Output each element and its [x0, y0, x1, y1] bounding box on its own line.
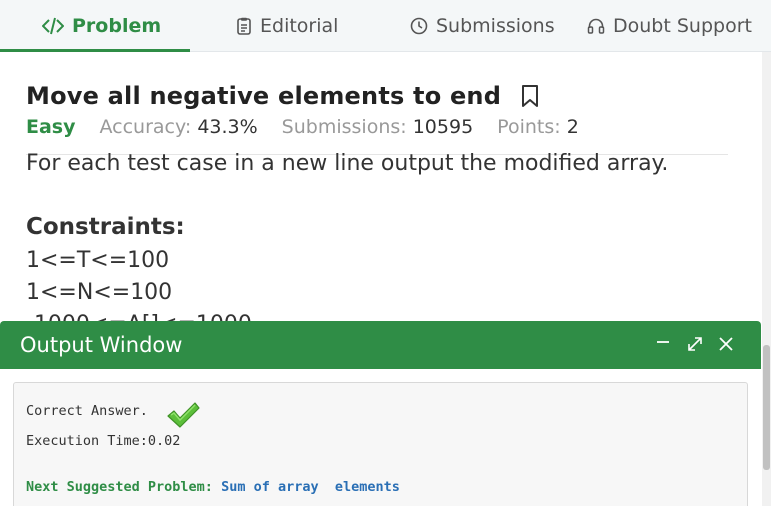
next-problem-link[interactable]: Sum of array elements	[221, 479, 400, 495]
constraint-line: 1<=T<=100	[26, 248, 170, 273]
difficulty-badge: Easy	[26, 116, 76, 138]
tab-editorial[interactable]: Editorial	[236, 0, 338, 52]
submissions-value: 10595	[412, 116, 474, 138]
tab-label: Doubt Support	[613, 15, 752, 37]
problem-meta: Easy Accuracy: 43.3% Submissions: 10595 …	[26, 116, 603, 138]
page-scrollbar-thumb[interactable]	[763, 345, 770, 470]
output-result-box: Correct Answer. Execution Time:0.02 Next…	[13, 382, 748, 506]
constraint-line: 1<=N<=100	[26, 280, 173, 305]
accuracy-label: Accuracy:	[99, 116, 192, 138]
tab-doubt-support[interactable]: Doubt Support	[587, 0, 752, 52]
close-icon[interactable]	[713, 331, 739, 357]
accuracy-value: 43.3%	[197, 116, 258, 138]
problem-tabs-bar: Problem Editorial Submissions Doubt Supp…	[0, 0, 771, 52]
bookmark-icon[interactable]	[521, 84, 539, 108]
execution-time: Execution Time:0.02	[26, 433, 181, 449]
result-text: Correct Answer.	[26, 403, 148, 419]
title-row: Move all negative elements to end	[26, 82, 539, 110]
output-window-body: Correct Answer. Execution Time:0.02 Next…	[0, 369, 761, 506]
output-window-header: Output Window	[0, 321, 761, 369]
points-value: 2	[566, 116, 579, 138]
next-suggestion: Next Suggested Problem: Sum of array ele…	[26, 479, 400, 495]
clock-icon	[410, 17, 428, 35]
constraints-heading: Constraints:	[26, 214, 185, 240]
tab-submissions[interactable]: Submissions	[410, 0, 555, 52]
checkmark-icon	[166, 401, 200, 433]
next-suggested-label: Next Suggested Problem:	[26, 479, 213, 495]
tab-label: Submissions	[436, 15, 555, 37]
points-label: Points:	[497, 116, 561, 138]
expand-icon[interactable]	[682, 331, 708, 357]
headset-icon	[587, 17, 605, 35]
output-window-title: Output Window	[20, 333, 183, 357]
minimize-icon[interactable]	[650, 331, 676, 357]
submissions-label: Submissions:	[281, 116, 407, 138]
tab-label: Problem	[72, 15, 162, 37]
tab-label: Editorial	[260, 15, 339, 37]
code-icon	[42, 17, 64, 35]
output-format-text: For each test case in a new line output …	[26, 151, 669, 176]
problem-title: Move all negative elements to end	[26, 82, 502, 110]
tab-problem[interactable]: Problem	[42, 0, 161, 52]
document-icon	[236, 17, 252, 35]
